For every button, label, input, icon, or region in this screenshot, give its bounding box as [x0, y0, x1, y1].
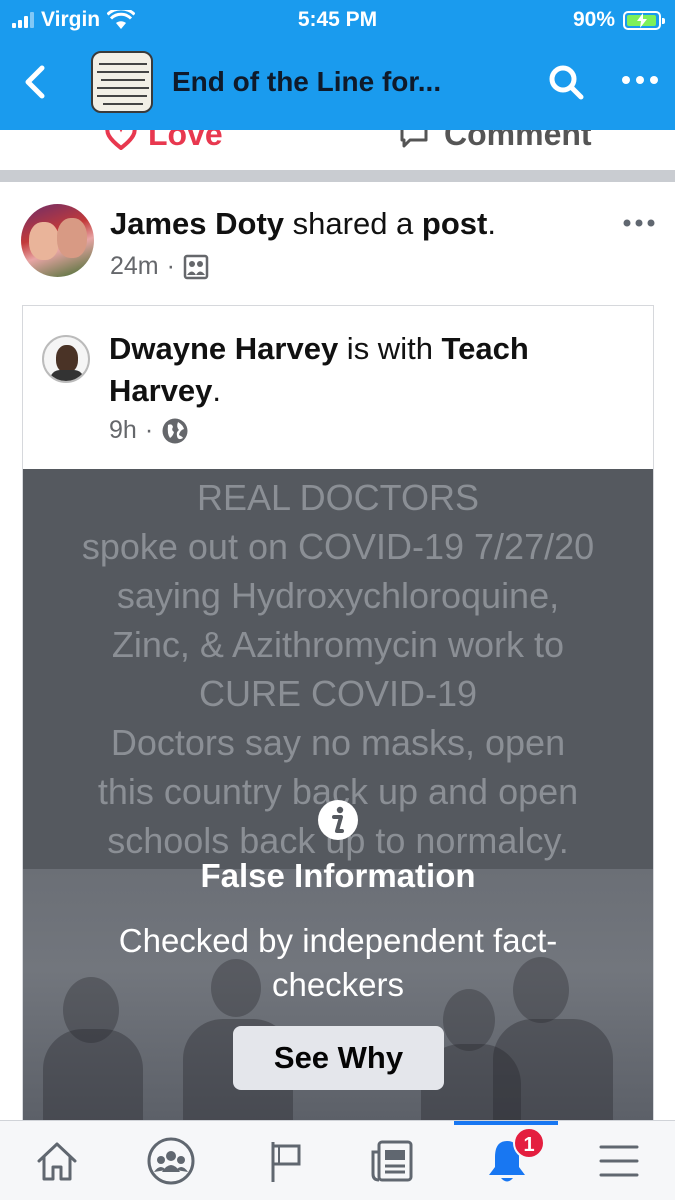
notification-count-badge: 1	[513, 1127, 545, 1159]
tagged-name-line1[interactable]: Teach	[442, 331, 529, 366]
news-feed-icon[interactable]	[364, 1133, 422, 1189]
see-why-button[interactable]: See Why	[233, 1026, 444, 1090]
shared-post-headline: Dwayne Harvey is with Teach Harvey.	[109, 328, 629, 412]
image-text-line: spoke out on COVID-19 7/27/20	[81, 526, 595, 567]
previous-post-actions: Love Comment	[0, 130, 675, 170]
image-text-line: CURE COVID-19	[198, 673, 478, 714]
battery-percent: 90%	[572, 8, 615, 31]
comment-button[interactable]: Comment	[398, 130, 592, 153]
battery-charging-icon	[623, 10, 665, 30]
post-headline: James Doty shared a post.	[110, 206, 496, 242]
post-author[interactable]: James Doty	[110, 206, 284, 241]
feed-post: James Doty shared a post. 24m · Dwayne H…	[0, 182, 675, 1121]
tagged-name-line2[interactable]: Harvey	[109, 373, 212, 408]
image-text-line: Zinc, & Azithromycin work to	[111, 624, 565, 665]
fact-check-subtitle: Checked by independent fact-checkers	[118, 922, 558, 1003]
globe-icon	[162, 418, 188, 443]
search-icon[interactable]	[546, 62, 586, 102]
shared-post-meta: 9h ·	[109, 416, 189, 445]
back-chevron-icon[interactable]	[18, 60, 58, 104]
avatar[interactable]	[42, 335, 90, 383]
feed-divider	[0, 170, 675, 182]
love-label: Love	[148, 130, 223, 152]
info-icon	[318, 800, 358, 840]
post-object-link[interactable]: post	[422, 206, 487, 241]
meta-separator: ·	[166, 252, 175, 280]
post-time[interactable]: 24m	[110, 252, 159, 281]
love-button[interactable]: Love	[104, 130, 223, 153]
image-text-line: Doctors say no masks, open	[110, 722, 566, 763]
avatar[interactable]	[21, 204, 94, 277]
shared-time[interactable]: 9h	[109, 416, 137, 445]
shared-period: .	[212, 373, 222, 408]
friends-photo-icon	[183, 254, 209, 279]
bottom-tab-bar	[0, 1120, 675, 1200]
fact-check-title: False Information	[200, 857, 476, 894]
pages-flag-icon[interactable]	[256, 1133, 314, 1189]
status-bar: Virgin 5:45 PM 90%	[0, 0, 675, 40]
post-image-blurred[interactable]: REAL DOCTORS spoke out on COVID-19 7/27/…	[23, 469, 653, 1121]
post-period: .	[487, 206, 496, 241]
post-meta: 24m ·	[110, 252, 209, 281]
image-text-line: saying Hydroxychloroquine,	[116, 575, 560, 616]
post-action-text: shared a	[284, 206, 422, 241]
comment-bubble-icon	[400, 130, 428, 147]
post-options-icon[interactable]	[622, 218, 656, 228]
group-thumbnail[interactable]	[91, 51, 153, 113]
comment-label: Comment	[444, 130, 592, 152]
groups-icon[interactable]	[142, 1133, 200, 1189]
page-title[interactable]: End of the Line for...	[172, 66, 441, 98]
home-icon[interactable]	[28, 1133, 86, 1189]
image-text-line: REAL DOCTORS	[196, 477, 480, 518]
more-dots-icon[interactable]	[620, 74, 660, 86]
active-tab-indicator	[454, 1121, 558, 1125]
heart-icon	[105, 130, 137, 150]
shared-post[interactable]: Dwayne Harvey is with Teach Harvey. 9h ·	[22, 305, 654, 1121]
with-text: is with	[338, 331, 442, 366]
menu-icon[interactable]	[590, 1133, 648, 1189]
shared-author[interactable]: Dwayne Harvey	[109, 331, 338, 366]
meta-separator: ·	[144, 416, 154, 444]
top-bar: Virgin 5:45 PM 90% End of the Line for..…	[0, 0, 675, 130]
page-header: End of the Line for...	[0, 48, 675, 118]
